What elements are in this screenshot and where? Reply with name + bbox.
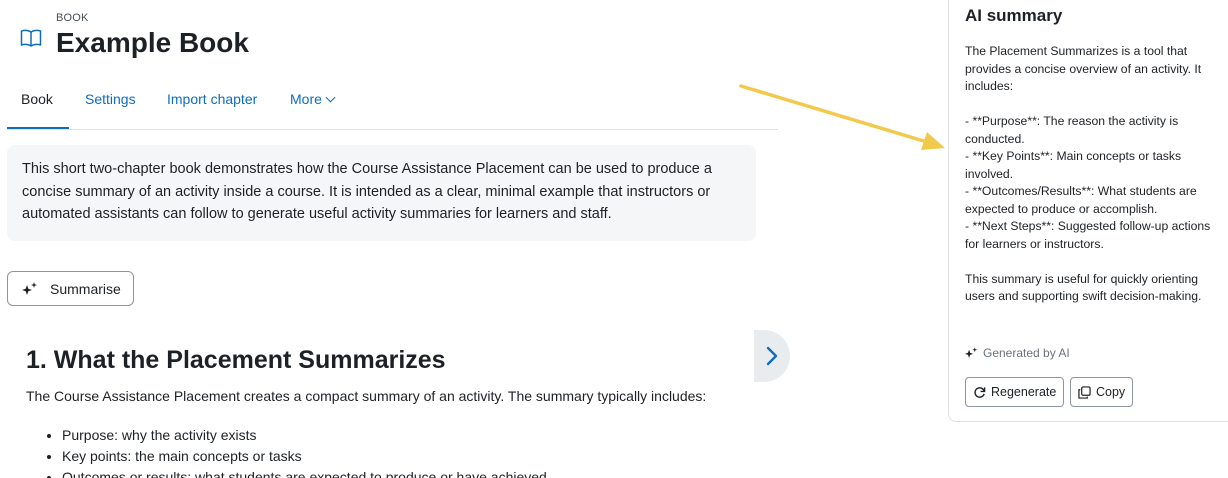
generated-by-ai-label: Generated by AI bbox=[983, 346, 1070, 360]
ai-summary-content: The Placement Summarizes is a tool that … bbox=[965, 43, 1227, 306]
book-icon bbox=[20, 28, 44, 48]
refresh-icon bbox=[974, 386, 986, 398]
list-item: Key points: the main concepts or tasks bbox=[62, 446, 547, 467]
chapter-list: Purpose: why the activity exists Key poi… bbox=[62, 425, 547, 478]
tab-more-label: More bbox=[290, 91, 322, 107]
list-item: Purpose: why the activity exists bbox=[62, 425, 547, 446]
drawer-toggle-button[interactable] bbox=[754, 330, 790, 382]
list-item: Outcomes or results: what students are e… bbox=[62, 467, 547, 478]
page-title: Example Book bbox=[56, 27, 249, 58]
copy-button[interactable]: Copy bbox=[1070, 377, 1134, 407]
secondary-navigation: Book Settings Import chapter More bbox=[7, 80, 778, 130]
ai-summary-bullet: - **Outcomes/Results**: What students ar… bbox=[965, 184, 1197, 216]
ai-summary-bullet: - **Key Points**: Main concepts or tasks… bbox=[965, 149, 1182, 181]
sparkle-icon bbox=[965, 347, 978, 358]
chevron-right-icon bbox=[766, 346, 778, 366]
generated-by-ai: Generated by AI bbox=[965, 346, 1070, 360]
active-tab-indicator bbox=[7, 127, 69, 129]
page-kicker: BOOK bbox=[56, 12, 89, 24]
ai-summary-closing: This summary is useful for quickly orien… bbox=[965, 271, 1202, 304]
tab-more[interactable]: More bbox=[290, 91, 336, 107]
copy-icon bbox=[1078, 385, 1091, 399]
chapter-body: The Course Assistance Placement creates … bbox=[26, 388, 707, 404]
ai-summary-bullet: - **Purpose**: The reason the activity i… bbox=[965, 114, 1179, 146]
tab-import-chapter[interactable]: Import chapter bbox=[167, 91, 257, 107]
chapter-title: 1. What the Placement Summarizes bbox=[26, 346, 446, 374]
chevron-down-icon bbox=[325, 92, 336, 103]
summarise-label: Summarise bbox=[50, 280, 121, 297]
copy-label: Copy bbox=[1096, 385, 1126, 399]
ai-summary-intro: The Placement Summarizes is a tool that … bbox=[965, 44, 1202, 93]
regenerate-label: Regenerate bbox=[991, 385, 1057, 399]
book-intro: This short two-chapter book demonstrates… bbox=[7, 145, 756, 241]
ai-summary-panel: AI summary The Placement Summarizes is a… bbox=[948, 0, 1228, 422]
summarise-button[interactable]: Summarise bbox=[7, 271, 134, 306]
sparkle-icon bbox=[22, 281, 37, 295]
regenerate-button[interactable]: Regenerate bbox=[965, 377, 1065, 407]
ai-summary-bullet: - **Next Steps**: Suggested follow-up ac… bbox=[965, 219, 1211, 251]
tab-settings[interactable]: Settings bbox=[85, 91, 136, 107]
tab-book[interactable]: Book bbox=[21, 91, 53, 107]
ai-summary-title: AI summary bbox=[965, 6, 1063, 25]
annotation-arrow bbox=[739, 84, 945, 150]
